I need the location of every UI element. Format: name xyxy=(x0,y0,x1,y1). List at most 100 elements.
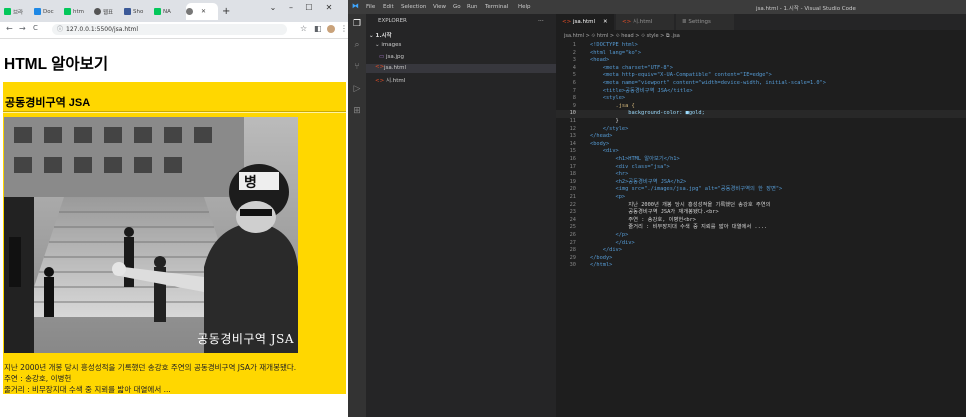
line-number: 14 xyxy=(569,140,576,147)
sidepanel-icon[interactable]: ◧ xyxy=(314,24,322,33)
menu-kebab-icon[interactable]: ⋮ xyxy=(340,24,348,33)
browser-tab[interactable]: Sho xyxy=(124,3,152,20)
line-number: 2 xyxy=(572,49,576,56)
browser-tab[interactable]: 웹표 xyxy=(94,3,122,20)
avatar[interactable] xyxy=(327,25,335,33)
menu-edit[interactable]: Edit xyxy=(383,4,394,10)
code-line[interactable]: 28 </div> xyxy=(556,247,966,255)
line-number: 21 xyxy=(569,194,576,200)
tree-file-si-html[interactable]: <> 시.html xyxy=(375,76,405,84)
code-text: </html> xyxy=(590,262,613,269)
reload-icon[interactable]: C xyxy=(33,24,38,32)
code-line[interactable]: 25 줄거리 : 비무장지대 수색 중 지뢰를 밟아 대열에서 .... xyxy=(556,224,966,232)
code-line[interactable]: 29 </body> xyxy=(556,255,966,263)
code-line[interactable]: 10 background-color: ■gold; xyxy=(556,110,966,119)
browser-tab[interactable]: htm xyxy=(64,3,92,20)
explorer-more-icon[interactable]: ... xyxy=(538,16,544,23)
breadcrumb-path: jsa.html > ⟐ html > ⟐ head > ⟐ style > ⧉… xyxy=(564,33,680,39)
tree-file-jsa-html-selected[interactable]: <> jsa.html xyxy=(366,64,556,73)
address-bar[interactable]: ⓘ 127.0.0.1:5500/jsa.html xyxy=(52,24,287,35)
tab-close-icon[interactable]: ✕ xyxy=(603,19,608,25)
code-line[interactable]: 21 <p> xyxy=(556,194,966,202)
close-window-button[interactable]: ✕ xyxy=(322,3,336,12)
tab-label: 웹표 xyxy=(103,9,114,16)
code-line[interactable]: 16 <h1>HTML 알아보기</h1> xyxy=(556,156,966,164)
site-icon xyxy=(4,8,11,15)
maximize-button[interactable]: ☐ xyxy=(302,3,316,12)
back-arrow-icon[interactable]: ← xyxy=(6,24,13,33)
line-number: 8 xyxy=(572,95,576,102)
code-text: </body> xyxy=(590,254,613,261)
code-line[interactable]: 2 <html lang="ko"> xyxy=(556,50,966,58)
code-line[interactable]: 7 <title>공동경비구역 JSA</title> xyxy=(556,88,966,96)
line-number: 6 xyxy=(572,80,576,86)
run-debug-icon[interactable]: ▷ xyxy=(352,84,362,94)
browser-tab[interactable]: NA xyxy=(154,3,182,20)
code-text: </div> xyxy=(590,239,635,246)
forward-arrow-icon[interactable]: → xyxy=(19,24,26,33)
menu-view[interactable]: View xyxy=(433,4,446,10)
source-control-icon[interactable]: ⑂ xyxy=(352,62,362,72)
menu-file[interactable]: File xyxy=(366,4,375,10)
tab-close-icon[interactable]: ✕ xyxy=(201,8,206,15)
menu-selection[interactable]: Selection xyxy=(401,4,426,10)
code-line[interactable]: 12 </style> xyxy=(556,126,966,134)
code-line[interactable]: 6 <meta name="viewport" content="width=d… xyxy=(556,80,966,88)
tree-folder-root[interactable]: ⌄ 1.시작 xyxy=(369,31,392,39)
tab-label: jsa.html xyxy=(572,19,596,25)
html-file-icon: <> xyxy=(622,19,633,25)
menu-help[interactable]: Help xyxy=(518,4,531,10)
code-line[interactable]: 1 <!DOCTYPE html> xyxy=(556,42,966,50)
poster-title-text: 공동경비구역 JSA xyxy=(197,332,294,346)
bookmark-star-icon[interactable]: ☆ xyxy=(300,24,307,33)
code-line[interactable]: 26 </p> xyxy=(556,232,966,240)
site-info-icon[interactable]: ⓘ xyxy=(57,26,63,33)
editor-tab-jsa-html[interactable]: <> jsa.html ✕ xyxy=(556,14,614,30)
menu-run[interactable]: Run xyxy=(467,4,478,10)
code-line[interactable]: 9 .jsa { xyxy=(556,103,966,111)
line-number: 23 xyxy=(569,209,576,216)
editor-tab-settings[interactable]: ≣ Settings xyxy=(676,14,734,30)
line-number: 25 xyxy=(569,224,576,231)
editor-tab-si-html[interactable]: <> 시.html xyxy=(616,14,674,30)
section-heading: 공동경비구역 JSA xyxy=(5,97,91,109)
code-line[interactable]: 20 <img src="./images/jsa.jpg" alt="공동경비… xyxy=(556,186,966,194)
browser-tab-active[interactable]: ✕ xyxy=(186,3,218,20)
code-line[interactable]: 27 </div> xyxy=(556,240,966,248)
code-line[interactable]: 15 <div> xyxy=(556,148,966,156)
svg-text:병: 병 xyxy=(244,174,257,191)
code-text: <meta charset="UTF-8"> xyxy=(590,64,673,71)
code-line[interactable]: 3 <head> xyxy=(556,57,966,65)
minimize-button[interactable]: – xyxy=(284,3,298,12)
image-file-icon: ▭ xyxy=(379,54,386,60)
browser-tab[interactable]: Doc xyxy=(34,3,62,20)
code-line[interactable]: 30 </html> xyxy=(556,262,966,270)
tree-folder-images[interactable]: ⌄ images xyxy=(375,42,401,48)
code-line[interactable]: 14 <body> xyxy=(556,141,966,149)
tab-search-button[interactable]: ⌄ xyxy=(266,3,280,12)
line-number: 22 xyxy=(569,201,576,208)
new-tab-button[interactable]: + xyxy=(222,3,232,20)
site-icon xyxy=(124,8,131,15)
menu-terminal[interactable]: Terminal xyxy=(485,4,508,10)
code-line[interactable]: 11 } xyxy=(556,118,966,126)
tree-file-jsa-jpg[interactable]: ▭ jsa.jpg xyxy=(379,54,404,60)
code-line[interactable]: 5 <meta http-equiv="X-UA-Compatible" con… xyxy=(556,72,966,80)
breadcrumb[interactable]: jsa.html > ⟐ html > ⟐ head > ⟐ style > ⧉… xyxy=(556,31,966,41)
code-line[interactable]: 8 <style> xyxy=(556,95,966,103)
code-text: <div class="jsa"> xyxy=(590,163,670,170)
code-line[interactable]: 17 <div class="jsa"> xyxy=(556,164,966,172)
search-icon[interactable]: ⌕ xyxy=(352,40,362,50)
extensions-icon[interactable]: ⊞ xyxy=(352,106,362,116)
window-title: jsa.html - 1.시작 - Visual Studio Code xyxy=(756,6,856,12)
code-text: <meta http-equiv="X-UA-Compatible" conte… xyxy=(590,72,772,79)
site-icon xyxy=(64,8,71,15)
paragraph-line: 주연 : 송강호, 이병헌 xyxy=(4,374,72,383)
code-line[interactable]: 4 <meta charset="UTF-8"> xyxy=(556,65,966,73)
explorer-files-icon[interactable]: ❐ xyxy=(352,19,362,29)
menu-go[interactable]: Go xyxy=(453,4,461,10)
code-line[interactable]: 18 <hr> xyxy=(556,171,966,179)
browser-tab[interactable]: 브라 xyxy=(4,3,32,20)
code-line[interactable]: 13 </head> xyxy=(556,133,966,141)
code-line[interactable]: 23 공동경비구역 JSA가 재개봉됐다.<br> xyxy=(556,209,966,217)
